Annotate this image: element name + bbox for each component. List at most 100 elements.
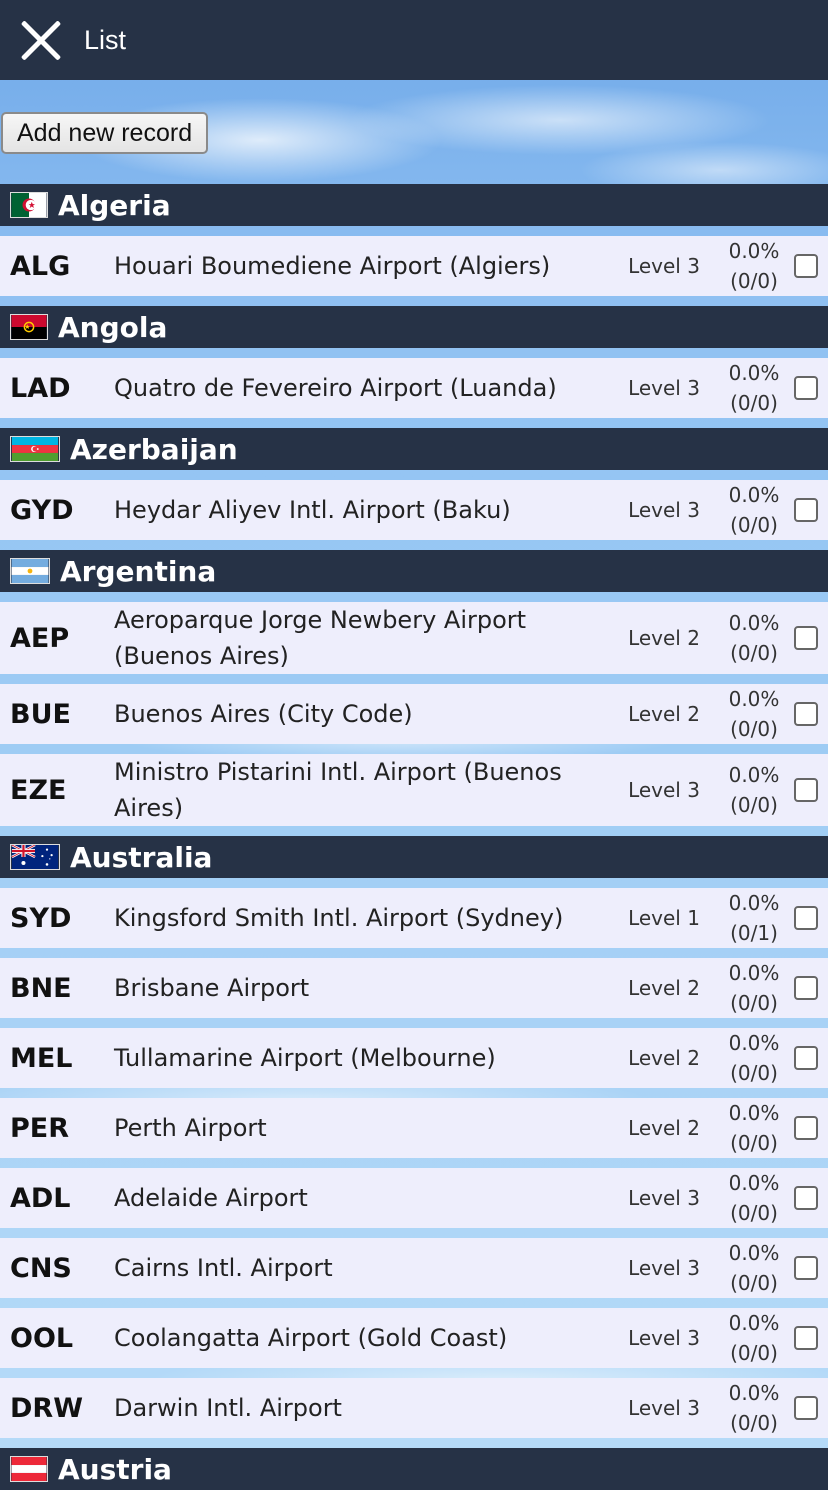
airport-code: MEL <box>10 1042 73 1074</box>
country-name: Angola <box>58 310 168 344</box>
stat-count: (0/0) <box>730 1061 778 1085</box>
row-checkbox[interactable] <box>794 498 818 522</box>
airport-code: ALG <box>10 250 71 282</box>
table-row[interactable]: BUE Buenos Aires (City Code) Level 2 0.0… <box>0 684 828 744</box>
row-checkbox[interactable] <box>794 702 818 726</box>
airport-stat: 0.0% (0/0) <box>714 608 794 668</box>
stat-count: (0/0) <box>730 1271 778 1295</box>
row-checkbox[interactable] <box>794 906 818 930</box>
airport-stat: 0.0% (0/0) <box>714 358 794 418</box>
airport-stat: 0.0% (0/1) <box>714 888 794 948</box>
add-new-record-button[interactable]: Add new record <box>1 112 209 154</box>
table-row[interactable]: DRW Darwin Intl. Airport Level 3 0.0% (0… <box>0 1378 828 1438</box>
table-row[interactable]: OOL Coolangatta Airport (Gold Coast) Lev… <box>0 1308 828 1368</box>
table-row[interactable]: BNE Brisbane Airport Level 2 0.0% (0/0) <box>0 958 828 1018</box>
argentina-flag-icon <box>10 558 50 584</box>
stat-percent: 0.0% <box>728 483 780 507</box>
row-checkbox[interactable] <box>794 976 818 1000</box>
close-icon[interactable] <box>19 18 63 62</box>
airport-code: DRW <box>10 1392 83 1424</box>
country-header-australia: Australia <box>0 836 828 878</box>
stat-percent: 0.0% <box>728 891 780 915</box>
row-checkbox[interactable] <box>794 1116 818 1140</box>
row-checkbox[interactable] <box>794 1256 818 1280</box>
airport-stat: 0.0% (0/0) <box>714 236 794 296</box>
row-checkbox[interactable] <box>794 778 818 802</box>
row-checkbox[interactable] <box>794 254 818 278</box>
country-header-angola: Angola <box>0 306 828 348</box>
stat-count: (0/0) <box>730 513 778 537</box>
stat-count: (0/0) <box>730 391 778 415</box>
table-row[interactable]: ADL Adelaide Airport Level 3 0.0% (0/0) <box>0 1168 828 1228</box>
table-row[interactable]: GYD Heydar Aliyev Intl. Airport (Baku) L… <box>0 480 828 540</box>
airport-level: Level 2 <box>628 702 700 726</box>
stat-percent: 0.0% <box>728 1241 780 1265</box>
airport-stat: 0.0% (0/0) <box>714 480 794 540</box>
airport-name: Perth Airport <box>114 1114 267 1142</box>
airport-stat: 0.0% (0/0) <box>714 1308 794 1368</box>
airport-level: Level 3 <box>628 498 700 522</box>
airport-level: Level 3 <box>628 1186 700 1210</box>
stat-percent: 0.0% <box>728 1381 780 1405</box>
stat-percent: 0.0% <box>728 1171 780 1195</box>
stat-count: (0/0) <box>730 641 778 665</box>
austria-flag-icon <box>10 1456 48 1482</box>
airport-name: Ministro Pistarini Intl. Airport (Buenos… <box>114 758 562 822</box>
airport-level: Level 3 <box>628 778 700 802</box>
airport-code: EZE <box>10 774 67 806</box>
airport-level: Level 1 <box>628 906 700 930</box>
table-row[interactable]: AEP Aeroparque Jorge Newbery Airport (Bu… <box>0 602 828 674</box>
row-checkbox[interactable] <box>794 1186 818 1210</box>
stat-percent: 0.0% <box>728 361 780 385</box>
row-checkbox[interactable] <box>794 1326 818 1350</box>
row-checkbox[interactable] <box>794 1046 818 1070</box>
table-row[interactable]: SYD Kingsford Smith Intl. Airport (Sydne… <box>0 888 828 948</box>
airport-level: Level 2 <box>628 976 700 1000</box>
airport-name: Adelaide Airport <box>114 1184 308 1212</box>
airport-stat: 0.0% (0/0) <box>714 1238 794 1298</box>
country-name: Algeria <box>58 188 171 222</box>
airport-name: Quatro de Fevereiro Airport (Luanda) <box>114 374 557 402</box>
airport-name: Tullamarine Airport (Melbourne) <box>114 1044 496 1072</box>
stat-percent: 0.0% <box>728 1031 780 1055</box>
airport-code: GYD <box>10 494 74 526</box>
airport-code: PER <box>10 1112 70 1144</box>
stat-count: (0/0) <box>730 793 778 817</box>
airport-stat: 0.0% (0/0) <box>714 1168 794 1228</box>
table-row[interactable]: PER Perth Airport Level 2 0.0% (0/0) <box>0 1098 828 1158</box>
row-checkbox[interactable] <box>794 1396 818 1420</box>
country-name: Austria <box>58 1452 172 1486</box>
airport-code: LAD <box>10 372 71 404</box>
table-row[interactable]: CNS Cairns Intl. Airport Level 3 0.0% (0… <box>0 1238 828 1298</box>
table-row[interactable]: EZE Ministro Pistarini Intl. Airport (Bu… <box>0 754 828 826</box>
top-bar: List <box>0 0 828 80</box>
country-name: Azerbaijan <box>70 432 238 466</box>
country-name: Australia <box>70 840 213 874</box>
table-row[interactable]: MEL Tullamarine Airport (Melbourne) Leve… <box>0 1028 828 1088</box>
algeria-flag-icon <box>10 192 48 218</box>
azerbaijan-flag-icon <box>10 436 60 462</box>
airport-name: Kingsford Smith Intl. Airport (Sydney) <box>114 904 564 932</box>
row-checkbox[interactable] <box>794 376 818 400</box>
airport-stat: 0.0% (0/0) <box>714 1378 794 1438</box>
country-header-austria: Austria <box>0 1448 828 1490</box>
airport-code: BNE <box>10 972 72 1004</box>
airport-level: Level 3 <box>628 254 700 278</box>
table-row[interactable]: ALG Houari Boumediene Airport (Algiers) … <box>0 236 828 296</box>
airport-level: Level 2 <box>628 1116 700 1140</box>
page-title: List <box>84 24 127 55</box>
stat-count: (0/0) <box>730 1201 778 1225</box>
airport-name: Buenos Aires (City Code) <box>114 700 413 728</box>
row-checkbox[interactable] <box>794 626 818 650</box>
airport-code: BUE <box>10 698 71 730</box>
airport-code: AEP <box>10 622 70 654</box>
airport-name: Houari Boumediene Airport (Algiers) <box>114 252 551 280</box>
airport-stat: 0.0% (0/0) <box>714 1098 794 1158</box>
table-row[interactable]: LAD Quatro de Fevereiro Airport (Luanda)… <box>0 358 828 418</box>
stat-count: (0/0) <box>730 1411 778 1435</box>
airport-stat: 0.0% (0/0) <box>714 1028 794 1088</box>
stat-count: (0/1) <box>730 921 778 945</box>
airport-name: Brisbane Airport <box>114 974 310 1002</box>
stat-count: (0/0) <box>730 269 778 293</box>
airport-code: CNS <box>10 1252 72 1284</box>
